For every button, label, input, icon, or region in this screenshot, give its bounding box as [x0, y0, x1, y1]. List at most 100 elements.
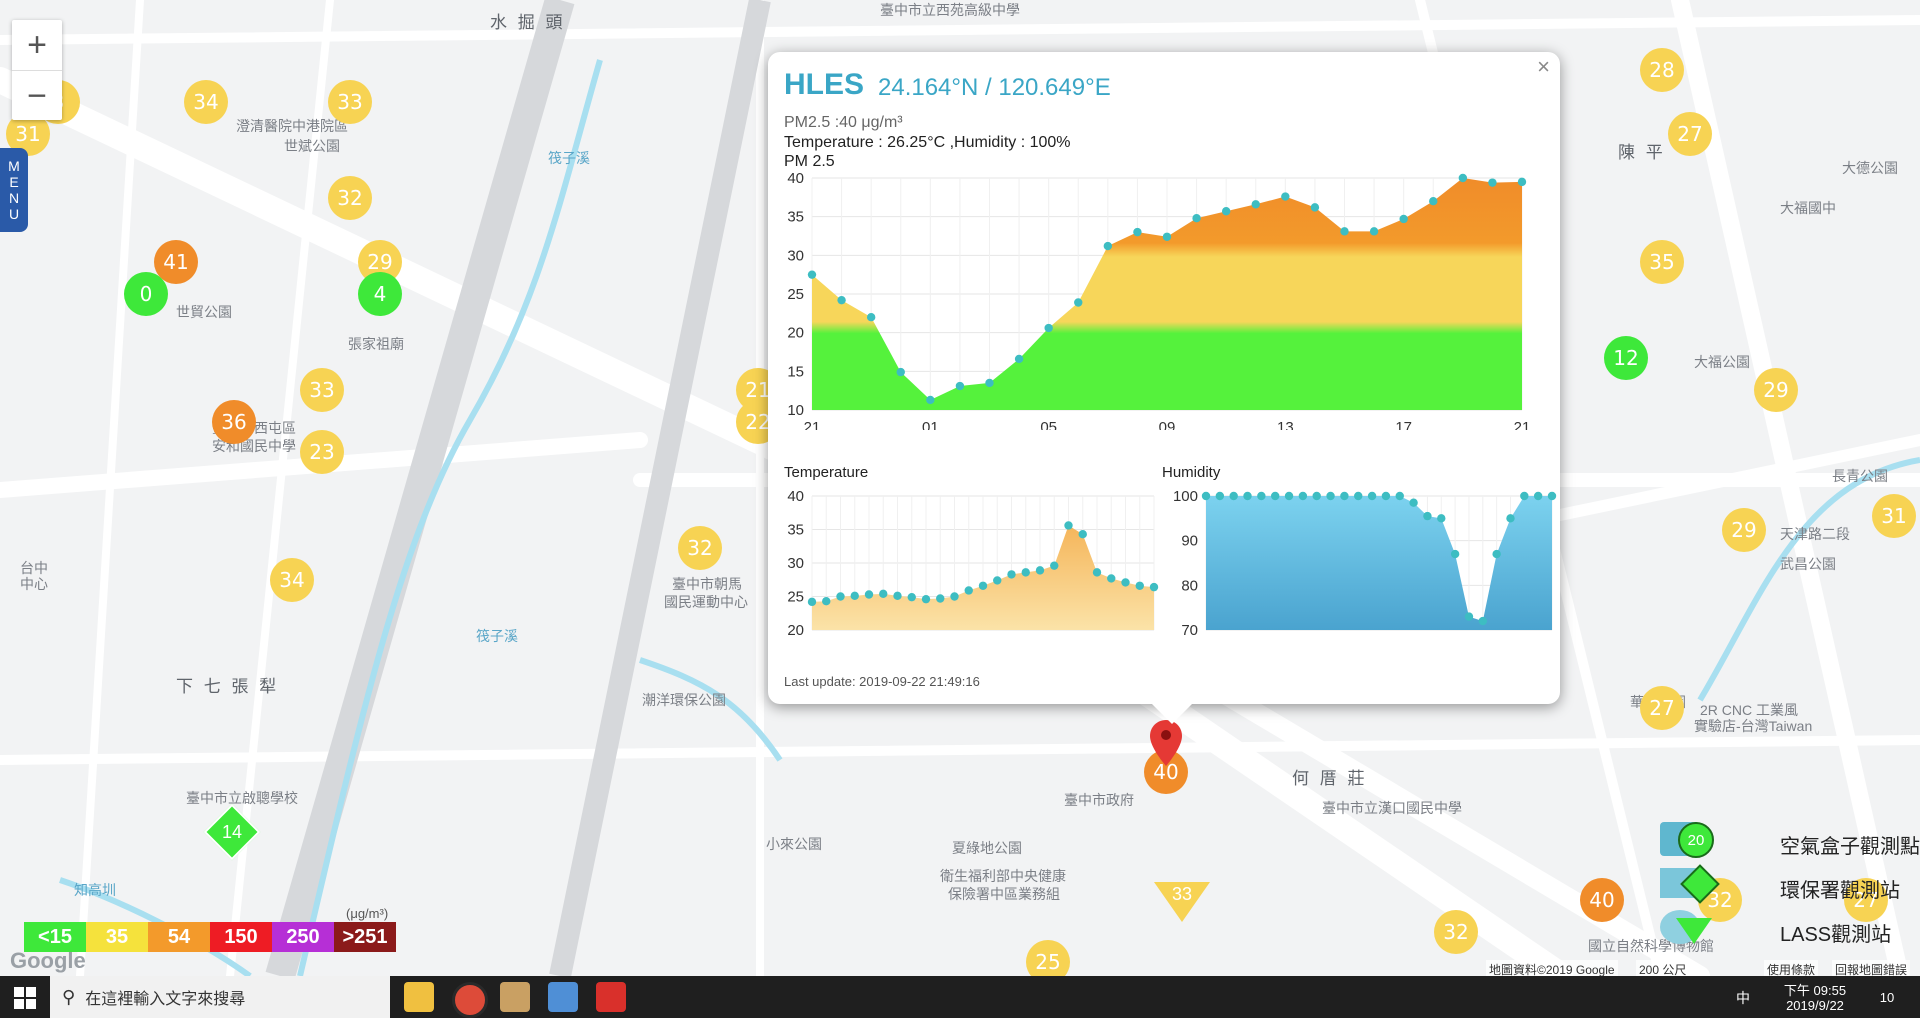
map-canvas[interactable]: 水 掘 頭臺中市立西苑高級中學澄清醫院中港院區世斌公園世貿公園張家祖廟臺中市西屯… — [0, 0, 1920, 976]
data-point[interactable] — [1201, 491, 1211, 501]
app-icon-1[interactable] — [500, 982, 530, 1012]
airbox-station-marker[interactable]: 0 — [124, 272, 168, 316]
data-point[interactable] — [1092, 568, 1102, 577]
data-point[interactable] — [1547, 491, 1557, 501]
data-point[interactable] — [1399, 214, 1408, 224]
data-point[interactable] — [836, 592, 845, 601]
airbox-station-marker[interactable]: 33 — [300, 368, 344, 412]
data-point[interactable] — [1107, 574, 1116, 583]
airbox-station-marker[interactable]: 4 — [358, 272, 402, 316]
data-point[interactable] — [837, 295, 846, 305]
data-point[interactable] — [921, 594, 931, 604]
data-point[interactable] — [985, 378, 994, 388]
data-point[interactable] — [1310, 203, 1320, 212]
data-point[interactable] — [1340, 491, 1349, 501]
data-point[interactable] — [896, 367, 905, 377]
data-point[interactable] — [1064, 521, 1073, 530]
app-icon-2[interactable] — [548, 982, 578, 1012]
data-point[interactable] — [926, 395, 935, 405]
airbox-station-marker[interactable]: 25 — [1026, 940, 1070, 976]
data-point[interactable] — [1340, 227, 1349, 236]
data-point[interactable] — [1035, 566, 1045, 575]
close-popup-button[interactable]: × — [1537, 54, 1550, 80]
data-point[interactable] — [1488, 178, 1497, 187]
map-scale[interactable]: 200 公尺 — [1636, 960, 1690, 976]
airbox-station-marker[interactable]: 28 — [1640, 48, 1684, 92]
data-point[interactable] — [1215, 491, 1225, 501]
data-point[interactable] — [1326, 491, 1335, 501]
file-explorer-icon[interactable] — [404, 982, 434, 1012]
airbox-station-marker[interactable]: 32 — [1434, 910, 1478, 954]
chrome-icon[interactable] — [452, 982, 488, 1018]
data-point[interactable] — [807, 270, 817, 279]
airbox-station-marker[interactable]: 33 — [328, 80, 372, 124]
data-point[interactable] — [1492, 549, 1501, 559]
data-point[interactable] — [1251, 200, 1260, 209]
taskbar-search-box[interactable]: ⚲ 在這裡輸入文字來搜尋 — [50, 976, 390, 1018]
input-method[interactable]: 中 — [1736, 988, 1750, 1008]
data-point[interactable] — [978, 581, 988, 590]
zoom-out-button[interactable]: − — [12, 71, 62, 121]
terms-link[interactable]: 使用條款 — [1764, 960, 1819, 976]
data-point[interactable] — [993, 576, 1002, 585]
data-point[interactable] — [1074, 298, 1083, 307]
airbox-station-marker[interactable]: 29 — [1754, 368, 1798, 412]
app-icon-3[interactable] — [596, 982, 626, 1012]
data-point[interactable] — [1229, 491, 1238, 501]
data-point[interactable] — [907, 592, 916, 602]
data-point[interactable] — [1533, 491, 1543, 501]
data-point[interactable] — [955, 381, 965, 391]
data-point[interactable] — [1367, 491, 1377, 501]
data-point[interactable] — [864, 590, 874, 599]
report-error-link[interactable]: 回報地圖錯誤 — [1832, 960, 1911, 976]
windows-start-icon[interactable] — [14, 987, 36, 1009]
airbox-station-marker[interactable]: 12 — [1604, 336, 1648, 380]
airbox-station-marker[interactable]: 34 — [270, 558, 314, 602]
lass-station-marker[interactable]: 33 — [1154, 882, 1210, 922]
data-point[interactable] — [1103, 241, 1113, 251]
data-point[interactable] — [1284, 491, 1294, 501]
data-point[interactable] — [1044, 323, 1053, 333]
notification-count[interactable]: 10 — [1874, 990, 1900, 1005]
airbox-station-marker[interactable]: 27 — [1668, 112, 1712, 156]
data-point[interactable] — [1014, 354, 1024, 364]
data-point[interactable] — [879, 589, 888, 599]
airbox-station-marker[interactable]: 27 — [1640, 686, 1684, 730]
data-point[interactable] — [1133, 227, 1142, 237]
data-point[interactable] — [1458, 173, 1468, 183]
airbox-station-marker[interactable]: 34 — [184, 80, 228, 124]
data-point[interactable] — [1520, 491, 1529, 501]
data-point[interactable] — [1021, 568, 1030, 577]
data-point[interactable] — [1395, 491, 1404, 501]
airbox-station-marker[interactable]: 40 — [1580, 878, 1624, 922]
data-point[interactable] — [1354, 491, 1363, 501]
data-point[interactable] — [807, 597, 817, 607]
data-point[interactable] — [1312, 491, 1321, 501]
airbox-station-marker[interactable]: 35 — [1640, 240, 1684, 284]
data-point[interactable] — [1423, 511, 1432, 521]
data-point[interactable] — [1121, 578, 1130, 587]
data-point[interactable] — [964, 586, 973, 595]
data-point[interactable] — [1243, 491, 1252, 501]
data-point[interactable] — [1437, 514, 1446, 523]
data-point[interactable] — [1078, 529, 1087, 539]
data-point[interactable] — [936, 594, 945, 603]
data-point[interactable] — [1149, 582, 1159, 592]
data-point[interactable] — [1450, 549, 1460, 559]
clock-date[interactable]: 2019/9/22 — [1770, 998, 1860, 1013]
data-point[interactable] — [1369, 227, 1379, 236]
data-point[interactable] — [866, 313, 876, 322]
map-data-credit[interactable]: 地圖資料©2019 Google — [1486, 960, 1618, 976]
data-point[interactable] — [1517, 177, 1527, 187]
data-point[interactable] — [1298, 491, 1308, 501]
airbox-station-marker[interactable]: 31 — [1872, 494, 1916, 538]
data-point[interactable] — [1464, 612, 1474, 621]
data-point[interactable] — [1221, 207, 1231, 216]
data-point[interactable] — [1429, 197, 1438, 206]
data-point[interactable] — [1409, 498, 1418, 507]
data-point[interactable] — [893, 591, 902, 601]
data-point[interactable] — [822, 596, 831, 606]
data-point[interactable] — [1281, 192, 1290, 201]
data-point[interactable] — [1478, 616, 1487, 626]
data-point[interactable] — [1135, 581, 1144, 590]
